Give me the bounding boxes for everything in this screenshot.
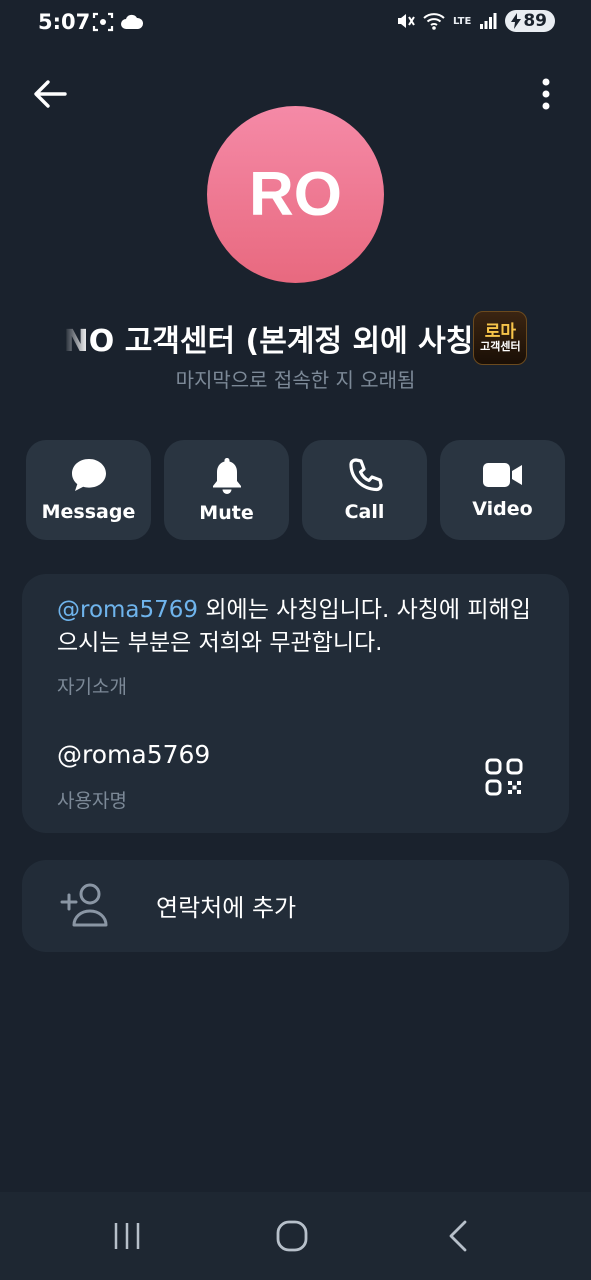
recent-apps-button[interactable]: [105, 1214, 149, 1258]
profile-name-row: NO 고객센터 (본계정 외에 사칭 로마 고객센터: [0, 310, 591, 366]
status-bar: 5:07 LTE 89: [0, 0, 591, 48]
profile-emoji-badge: 로마 고객센터: [473, 311, 528, 365]
call-button[interactable]: Call: [302, 440, 427, 540]
profile-info-card: @roma5769 외에는 사칭입니다. 사칭에 피해입으시는 부분은 저희와 …: [22, 574, 569, 833]
recent-apps-icon: [114, 1223, 140, 1249]
qr-code-button[interactable]: [485, 758, 523, 796]
message-button-label: Message: [41, 501, 136, 523]
arrow-left-icon: [34, 80, 67, 108]
chat-bubble-icon: [71, 459, 106, 491]
message-button[interactable]: Message: [26, 440, 151, 540]
qr-code-icon: [485, 758, 523, 796]
screenshot-icon: [92, 12, 114, 32]
home-button[interactable]: [270, 1214, 314, 1258]
bio-label: 자기소개: [57, 676, 127, 698]
add-user-icon: [60, 882, 110, 928]
battery-level: 89: [523, 11, 547, 31]
badge-top-text: 로마: [484, 322, 516, 342]
add-contact-label: 연락처에 추가: [156, 894, 297, 922]
mute-button[interactable]: Mute: [164, 440, 289, 540]
video-button[interactable]: Video: [440, 440, 565, 540]
badge-bottom-text: 고객센터: [480, 340, 521, 353]
battery-indicator: 89: [505, 10, 555, 32]
chevron-left-icon: [449, 1220, 467, 1252]
mute-status-icon: [397, 14, 415, 28]
profile-name: NO 고객센터 (본계정 외에 사칭: [63, 324, 474, 359]
last-seen-status: 마지막으로 접속한 지 오래됨: [175, 368, 416, 392]
add-contact-row[interactable]: 연락처에 추가: [22, 860, 569, 952]
call-button-label: Call: [344, 501, 385, 523]
more-options-button[interactable]: [531, 74, 561, 114]
mute-button-label: Mute: [199, 502, 254, 524]
phone-icon: [348, 458, 383, 492]
home-icon: [276, 1220, 308, 1252]
action-buttons: Message Mute Call Video: [26, 440, 565, 540]
wifi-icon: [423, 13, 445, 30]
video-button-label: Video: [472, 498, 533, 520]
more-vertical-icon: [542, 78, 550, 110]
charging-bolt-icon: [511, 13, 522, 29]
signal-icon: [480, 13, 497, 29]
cloud-sync-icon: [121, 14, 144, 29]
system-navigation-bar: [0, 1192, 591, 1280]
status-system-icons: LTE 89: [395, 10, 555, 32]
username-label: 사용자명: [57, 790, 127, 812]
profile-avatar[interactable]: RO: [207, 106, 384, 283]
username-value[interactable]: @roma5769: [57, 740, 210, 769]
status-notification-icons: [92, 11, 144, 33]
network-type: LTE: [452, 15, 472, 27]
bio-text: @roma5769 외에는 사칭입니다. 사칭에 피해입으시는 부분은 저희와 …: [57, 594, 547, 660]
video-camera-icon: [482, 463, 522, 487]
back-nav-button[interactable]: [436, 1214, 480, 1258]
back-button[interactable]: [30, 74, 70, 114]
status-time: 5:07: [38, 10, 91, 34]
bell-icon: [212, 458, 241, 494]
bio-username-link[interactable]: @roma5769: [57, 597, 198, 623]
